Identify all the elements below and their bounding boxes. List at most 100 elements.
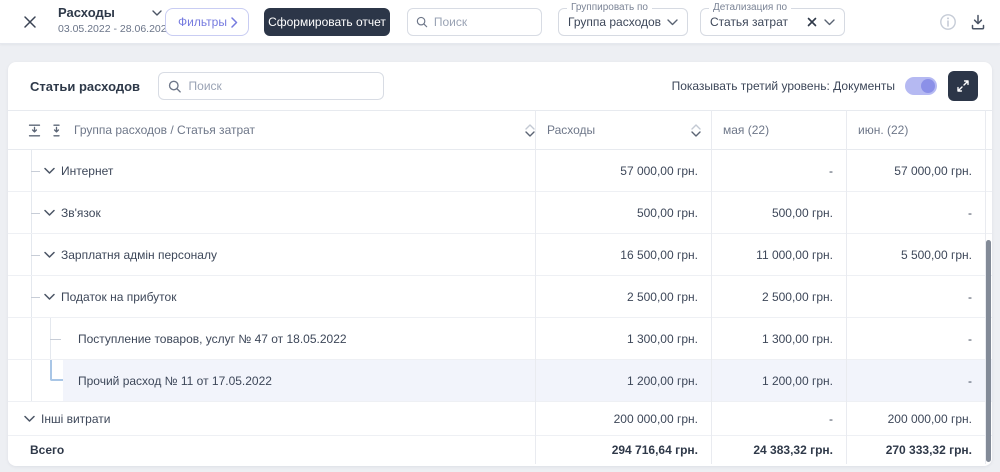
table-row[interactable]: Зарплатня адмін персоналу 16 500,00 грн. 1… bbox=[8, 234, 992, 276]
search-icon bbox=[168, 80, 181, 93]
close-icon[interactable] bbox=[20, 12, 40, 32]
download-icon[interactable] bbox=[966, 10, 990, 34]
row-may-value: - bbox=[829, 411, 833, 426]
total-may: 24 383,32 грн. bbox=[753, 443, 833, 457]
chevron-down-icon[interactable] bbox=[44, 251, 55, 258]
report-date-range: 03.05.2022 - 28.06.2022 bbox=[58, 23, 173, 35]
clear-icon[interactable] bbox=[807, 17, 817, 27]
tree-guide bbox=[31, 318, 32, 359]
row-label: Интернет bbox=[61, 163, 114, 178]
table-row[interactable]: Прочий расход № 11 от 17.05.2022 1 200,00… bbox=[8, 360, 992, 402]
row-may-value: 1 300,00 грн. bbox=[761, 331, 833, 346]
column-header-group[interactable]: Группа расходов / Статья затрат bbox=[8, 111, 535, 149]
row-label-cell: Интернет bbox=[8, 150, 535, 191]
report-title: Расходы bbox=[58, 5, 115, 20]
toggle-knob bbox=[921, 79, 935, 93]
topbar-search[interactable] bbox=[407, 8, 542, 36]
row-label: Прочий расход № 11 от 17.05.2022 bbox=[78, 373, 272, 388]
expenses-panel: Статьи расходов Показывать третий уровен… bbox=[8, 62, 992, 466]
total-row: Всего 294 716,64 грн. 24 383,32 грн. 270… bbox=[8, 436, 992, 464]
sort-icon[interactable] bbox=[691, 123, 701, 137]
group-by-label: Группировать по bbox=[567, 2, 652, 13]
chevron-down-icon[interactable] bbox=[44, 293, 55, 300]
filters-label: Фильтры bbox=[178, 15, 227, 29]
chevron-right-icon bbox=[231, 16, 238, 28]
row-expenses-value: 16 500,00 грн. bbox=[620, 247, 698, 262]
row-may-value: 11 000,00 грн. bbox=[756, 247, 833, 262]
total-expenses: 294 716,64 грн. bbox=[611, 443, 698, 457]
total-label: Всего bbox=[30, 443, 65, 457]
row-label: Поступление товаров, услуг № 47 от 18.05… bbox=[78, 331, 347, 346]
chevron-down-icon[interactable] bbox=[24, 415, 35, 422]
row-expenses-value: 500,00 грн. bbox=[636, 205, 698, 220]
column-label: мая (22) bbox=[723, 123, 770, 137]
vertical-scrollbar[interactable] bbox=[986, 240, 991, 462]
expand-icon bbox=[957, 80, 969, 92]
row-june-value: - bbox=[968, 205, 972, 220]
table-row[interactable]: Податок на прибуток 2 500,00 грн. 2 500,00… bbox=[8, 276, 992, 318]
row-june-value: - bbox=[968, 289, 972, 304]
tree-elbow-connector bbox=[50, 360, 63, 381]
report-type-picker[interactable]: Расходы 03.05.2022 - 28.06.2022 bbox=[58, 5, 173, 39]
row-label-cell: Зв'язок bbox=[8, 192, 535, 233]
row-label: Інші витрати bbox=[41, 411, 111, 426]
tree-dash bbox=[31, 170, 40, 172]
row-label-cell: Прочий расход № 11 от 17.05.2022 bbox=[8, 360, 535, 401]
total-june: 270 333,32 грн. bbox=[885, 443, 972, 457]
filters-button[interactable]: Фильтры bbox=[165, 8, 249, 36]
row-expenses-value: 200 000,00 грн. bbox=[613, 411, 698, 426]
table-row[interactable]: Интернет 57 000,00 грн. - 57 000,00 грн. bbox=[8, 150, 992, 192]
chevron-down-icon[interactable] bbox=[44, 209, 55, 216]
row-label: Податок на прибуток bbox=[61, 289, 177, 304]
tree-dash bbox=[50, 338, 61, 340]
table-row[interactable]: Інші витрати 200 000,00 грн. - 200 000,00 г… bbox=[8, 402, 992, 436]
collapse-all-icon[interactable] bbox=[28, 124, 41, 137]
tree-guide bbox=[31, 360, 32, 401]
chevron-down-icon[interactable] bbox=[44, 167, 55, 174]
panel-search[interactable] bbox=[158, 72, 385, 100]
generate-report-button[interactable]: Сформировать отчет bbox=[264, 8, 390, 36]
panel-search-input[interactable] bbox=[188, 79, 375, 93]
row-label-cell: Інші витрати bbox=[8, 402, 535, 435]
fullscreen-button[interactable] bbox=[948, 71, 978, 101]
chevron-down-icon bbox=[667, 18, 678, 25]
panel-title: Статьи расходов bbox=[30, 78, 141, 94]
row-expenses-value: 1 200,00 грн. bbox=[626, 373, 698, 388]
expand-all-icon[interactable] bbox=[50, 124, 63, 137]
expenses-table: Группа расходов / Статья затрат Расходы … bbox=[8, 110, 992, 464]
row-expenses-value: 2 500,00 грн. bbox=[626, 289, 698, 304]
group-by-select[interactable]: Группировать по Группа расходов bbox=[558, 2, 688, 36]
tree-dash bbox=[31, 212, 40, 214]
column-label: Расходы bbox=[547, 123, 596, 137]
column-label: Группа расходов / Статья затрат bbox=[74, 123, 256, 137]
row-june-value: 5 500,00 грн. bbox=[900, 247, 972, 262]
column-header-expenses[interactable]: Расходы bbox=[535, 111, 711, 149]
table-body: Интернет 57 000,00 грн. - 57 000,00 грн. Зв… bbox=[8, 150, 992, 436]
row-june-value: - bbox=[968, 373, 972, 388]
detail-by-select[interactable]: Детализация по Статья затрат bbox=[700, 2, 845, 36]
chevron-down-icon bbox=[824, 18, 835, 25]
row-june-value: 200 000,00 грн. bbox=[887, 411, 972, 426]
column-label: июн. (22) bbox=[858, 123, 909, 137]
tree-dash bbox=[31, 254, 40, 256]
group-by-value: Группа расходов bbox=[568, 15, 662, 29]
sort-icon[interactable] bbox=[525, 123, 535, 137]
tree-dash bbox=[31, 296, 40, 298]
chevron-down-icon bbox=[152, 9, 162, 16]
info-icon[interactable] bbox=[937, 11, 959, 33]
row-label-cell: Податок на прибуток bbox=[8, 276, 535, 317]
row-may-value: 2 500,00 грн. bbox=[761, 289, 833, 304]
row-may-value: 500,00 грн. bbox=[771, 205, 833, 220]
column-header-may[interactable]: мая (22) bbox=[711, 111, 846, 149]
third-level-toggle[interactable] bbox=[905, 77, 937, 95]
table-row[interactable]: Зв'язок 500,00 грн. 500,00 грн. - bbox=[8, 192, 992, 234]
row-june-value: 57 000,00 грн. bbox=[894, 163, 972, 178]
row-label: Зарплатня адмін персоналу bbox=[61, 247, 217, 262]
table-row[interactable]: Поступление товаров, услуг № 47 от 18.05… bbox=[8, 318, 992, 360]
detail-by-label: Детализация по bbox=[709, 2, 792, 13]
search-icon bbox=[416, 16, 428, 28]
topbar-search-input[interactable] bbox=[433, 15, 533, 29]
row-may-value: - bbox=[829, 163, 833, 178]
panel-header: Статьи расходов Показывать третий уровен… bbox=[8, 62, 992, 110]
column-header-june[interactable]: июн. (22) bbox=[846, 111, 985, 149]
